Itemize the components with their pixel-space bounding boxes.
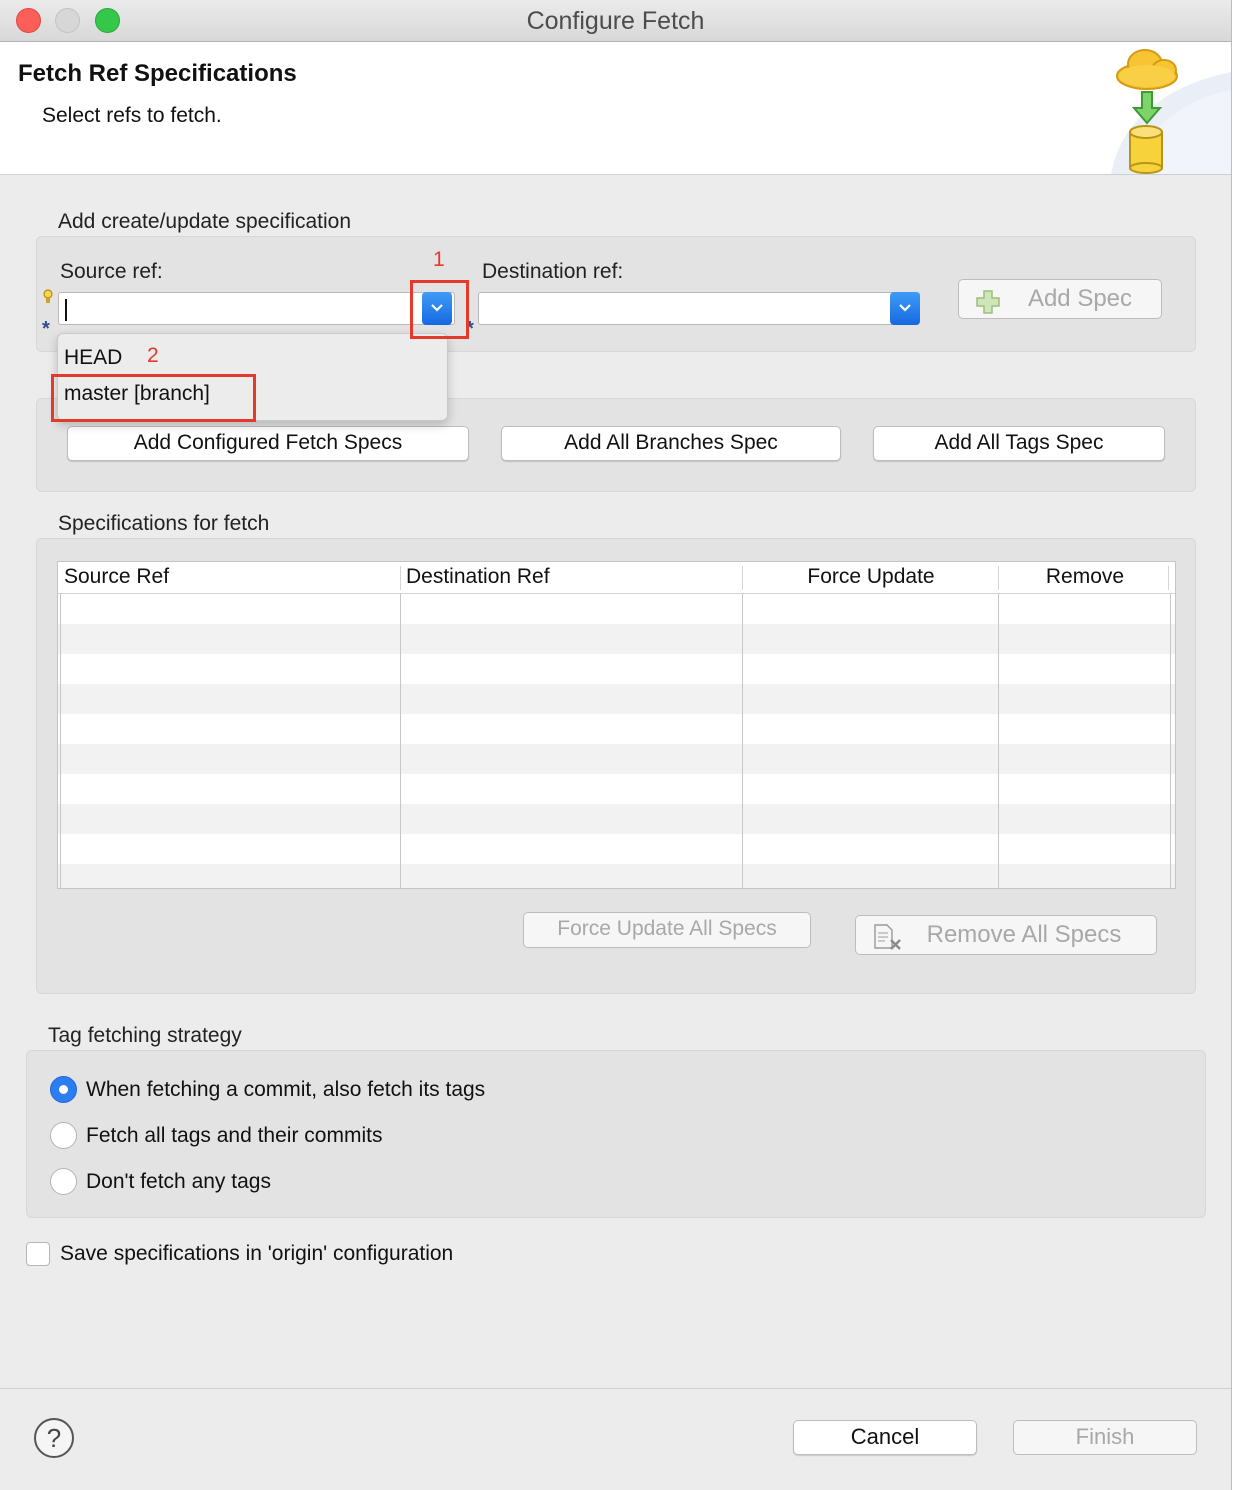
destination-ref-label: Destination ref: [482,260,624,283]
required-marker-source: * [42,318,50,340]
window-title: Configure Fetch [526,7,705,35]
annotation-number-1: 1 [433,248,445,271]
dropdown-item-head[interactable]: HEAD [64,346,122,370]
add-spec-section-label: Add create/update specification [58,210,352,233]
annotation-box-2 [51,374,256,422]
column-header-destination-ref[interactable]: Destination Ref [406,562,736,594]
column-header-remove[interactable]: Remove [1000,562,1170,594]
content-assist-bulb-icon [43,289,53,303]
help-button[interactable]: ? [34,1418,74,1458]
source-ref-label: Source ref: [60,260,163,283]
force-update-all-specs-button[interactable]: Force Update All Specs [523,912,811,948]
radio-fetch-all-tags[interactable] [50,1122,77,1149]
radio-label-fetch-all-tags[interactable]: Fetch all tags and their commits [86,1124,382,1148]
title-bar: Configure Fetch [0,0,1231,42]
text-caret [65,299,67,321]
destination-ref-dropdown-button[interactable] [890,292,920,325]
radio-fetch-commit-tags[interactable] [50,1076,77,1103]
annotation-number-2: 2 [147,344,159,367]
specs-table[interactable]: Source Ref Destination Ref Force Update … [57,561,1176,889]
specs-section-label: Specifications for fetch [58,512,270,535]
chevron-down-icon [899,304,911,312]
save-origin-config-label[interactable]: Save specifications in 'origin' configur… [60,1242,453,1266]
add-all-branches-spec-button[interactable]: Add All Branches Spec [501,426,841,461]
remove-document-icon [874,924,901,950]
add-all-tags-spec-button[interactable]: Add All Tags Spec [873,426,1165,461]
add-configured-fetch-specs-button[interactable]: Add Configured Fetch Specs [67,426,469,461]
add-spec-button[interactable]: Add Spec [958,279,1162,319]
plus-icon [976,290,1000,314]
save-origin-config-checkbox[interactable] [26,1242,50,1266]
footer-divider [0,1388,1231,1389]
column-header-force-update[interactable]: Force Update [744,562,998,594]
add-spec-label: Add Spec [1027,285,1133,312]
annotation-box-1 [410,280,469,339]
radio-label-no-tags[interactable]: Don't fetch any tags [86,1170,271,1194]
source-ref-combo[interactable] [58,292,455,325]
radio-no-tags[interactable] [50,1168,77,1195]
remove-all-specs-label: Remove All Specs [926,921,1122,948]
destination-ref-combo[interactable] [478,292,920,325]
wizard-header: Fetch Ref Specifications Select refs to … [0,42,1231,175]
column-header-source-ref[interactable]: Source Ref [64,562,394,594]
finish-button[interactable]: Finish [1013,1420,1197,1455]
configure-fetch-dialog: Configure Fetch Fetch Ref Specifications… [0,0,1232,1490]
fetch-banner-icon [1111,49,1231,174]
radio-label-fetch-commit-tags[interactable]: When fetching a commit, also fetch its t… [86,1078,485,1102]
cancel-button[interactable]: Cancel [793,1420,977,1455]
page-title: Fetch Ref Specifications [18,60,297,87]
tag-strategy-label: Tag fetching strategy [48,1024,242,1047]
page-subtitle: Select refs to fetch. [42,104,222,127]
remove-all-specs-button[interactable]: Remove All Specs [855,915,1157,955]
